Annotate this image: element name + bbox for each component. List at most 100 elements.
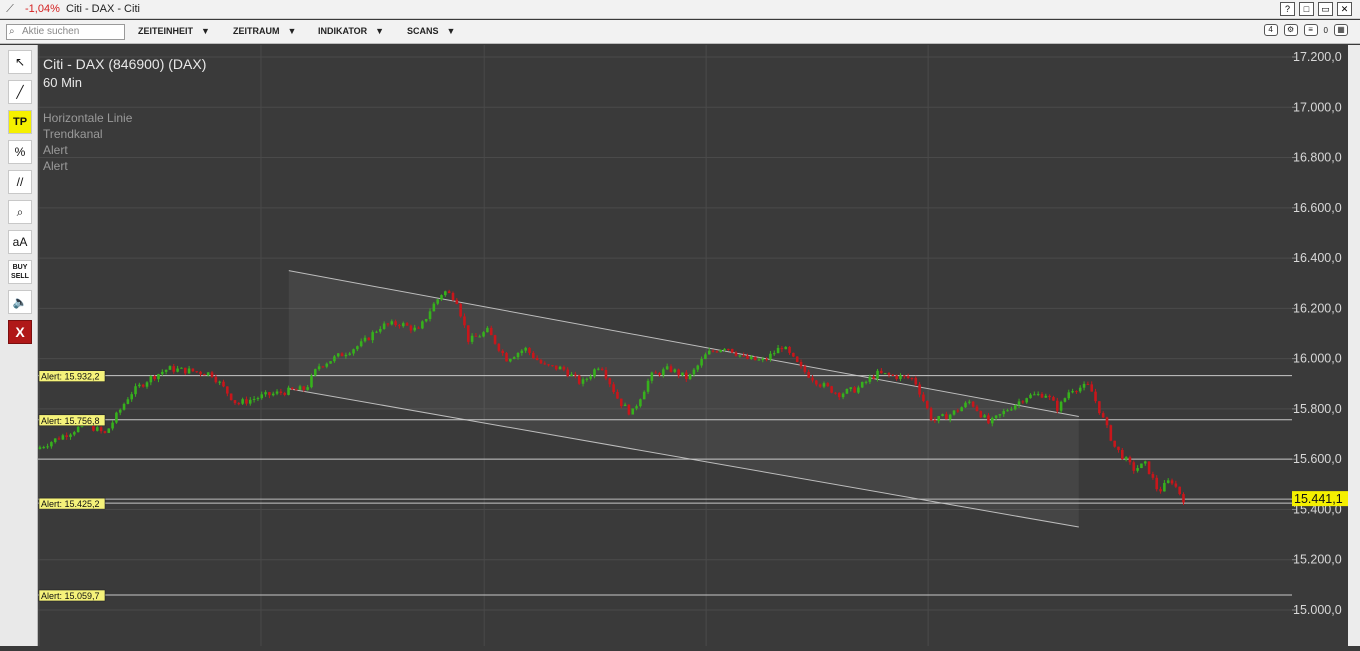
candle-body [478,336,482,338]
price-axis[interactable]: 15.000,0 15.200,0 15.400,0 15.600,0 15.800,0… [1292,45,1348,646]
pointer-tool[interactable]: ↖ [8,50,32,74]
candle-body [600,368,604,371]
help-button[interactable]: ? [1280,2,1295,16]
candle-body [1090,384,1094,392]
zoom-tool[interactable]: ⌕ [8,200,32,224]
candle-body [145,382,149,387]
candle-body [906,376,910,378]
candle-body [447,291,451,293]
candle-body [1113,440,1116,447]
parallel-lines-tool[interactable]: // [8,170,32,194]
menu-zeiteinheit[interactable]: ZEITEINHEIT ▼ [138,26,210,36]
candle-body [1025,398,1028,403]
candle-body [815,380,818,385]
candle-body [872,376,875,379]
axis-tick-label: 17.200,0 [1293,50,1342,64]
candle-body [635,406,638,409]
candle-body [883,373,887,375]
candle-body [1166,480,1170,483]
candle-body [765,359,768,361]
restore-button[interactable]: □ [1299,2,1314,16]
menu-indikator[interactable]: INDIKATOR ▼ [318,26,384,36]
candle-body [642,391,646,400]
candle-body [229,393,233,401]
candle-body [604,370,608,379]
candle-body [929,408,933,421]
scroll-edge[interactable] [1348,45,1360,646]
candle-body [336,353,340,357]
candle-body [677,369,680,376]
candle-body [248,399,252,404]
candle-body [581,379,585,384]
candle-body [214,376,218,383]
candle-body [359,341,363,347]
axis-tick-label: 15.200,0 [1293,553,1342,567]
candle-body [1010,409,1013,411]
axis-tick-label: 17.000,0 [1293,100,1342,114]
candle-body [1124,457,1128,460]
candle-body [153,376,156,380]
sound-tool[interactable]: 🔈 [8,290,32,314]
candle-body [241,399,244,404]
candle-body [424,318,428,322]
candle-body [646,380,650,392]
line-tool[interactable]: ╱ [8,80,32,104]
candle-body [654,372,657,374]
menu-scans[interactable]: SCANS ▼ [407,26,455,36]
candle-body [141,384,145,387]
candle-body [562,366,566,370]
trend-channel[interactable] [288,270,1079,528]
last-price-label: 15.441,1 [1294,492,1343,506]
notification-icon[interactable]: 4 [1263,24,1278,36]
candle-body [619,398,623,407]
overlay-alert-2[interactable]: Alert [43,159,68,173]
candle-body [149,376,153,383]
toolbar-right-icons: 4 ⚙ ≡ 0 ▦ [1263,24,1348,36]
axis-tick-label: 16.200,0 [1293,301,1342,315]
candle-body [902,375,906,377]
overlay-trend-channel[interactable]: Trendkanal [43,127,103,141]
candle-body [394,321,397,326]
search-input[interactable]: ⌕ Aktie suchen [6,24,125,40]
candle-body [176,368,179,372]
candle-body [157,374,160,380]
overlay-alert-1[interactable]: Alert [43,143,68,157]
buy-sell-tool[interactable]: BUY SELL [8,260,32,284]
candle-body [440,295,443,300]
candle-body [1033,394,1036,396]
tp-tool[interactable]: TP [8,110,32,134]
candle-body [925,401,929,409]
candle-body [1017,401,1021,406]
percent-tool[interactable]: % [8,140,32,164]
close-button[interactable]: ✕ [1337,2,1352,16]
delete-tool[interactable]: X [8,320,32,344]
candle-body [803,366,807,372]
toolbar: ⌕ Aktie suchen ZEITEINHEIT ▼ ZEITRAUM ▼ IN… [0,20,1360,44]
settings-icon[interactable]: ⚙ [1283,24,1298,36]
candle-body [489,327,493,336]
candle-body [1048,395,1051,398]
price-chart[interactable]: Alert: 15.932,2 Alert: 15.756,8 Alert: 15.… [38,45,1292,646]
maximize-button[interactable]: ▭ [1318,2,1333,16]
chart-area[interactable]: Alert: 15.932,2 Alert: 15.756,8 Alert: 15.… [38,45,1292,646]
candle-body [421,321,424,329]
candle-body [57,438,61,440]
alert-label: Alert: 15.425,2 [41,499,100,509]
watchlist-icon[interactable]: ≡ [1303,24,1318,36]
candle-body [1040,393,1044,398]
candle-body [990,418,994,424]
candle-body [1128,457,1132,463]
candle-body [834,392,837,394]
layout-icon[interactable]: ▦ [1334,24,1348,36]
candle-body [50,442,53,447]
candle-body [891,374,895,376]
candle-body [727,348,730,350]
menu-zeitraum[interactable]: ZEITRAUM ▼ [233,26,296,36]
candle-body [256,398,260,400]
candle-body [379,328,382,332]
overlay-horizontal-line[interactable]: Horizontale Linie [43,111,133,125]
candle-body [639,399,642,407]
text-tool[interactable]: aA [8,230,32,254]
candle-body [516,353,520,358]
candle-body [237,403,241,405]
